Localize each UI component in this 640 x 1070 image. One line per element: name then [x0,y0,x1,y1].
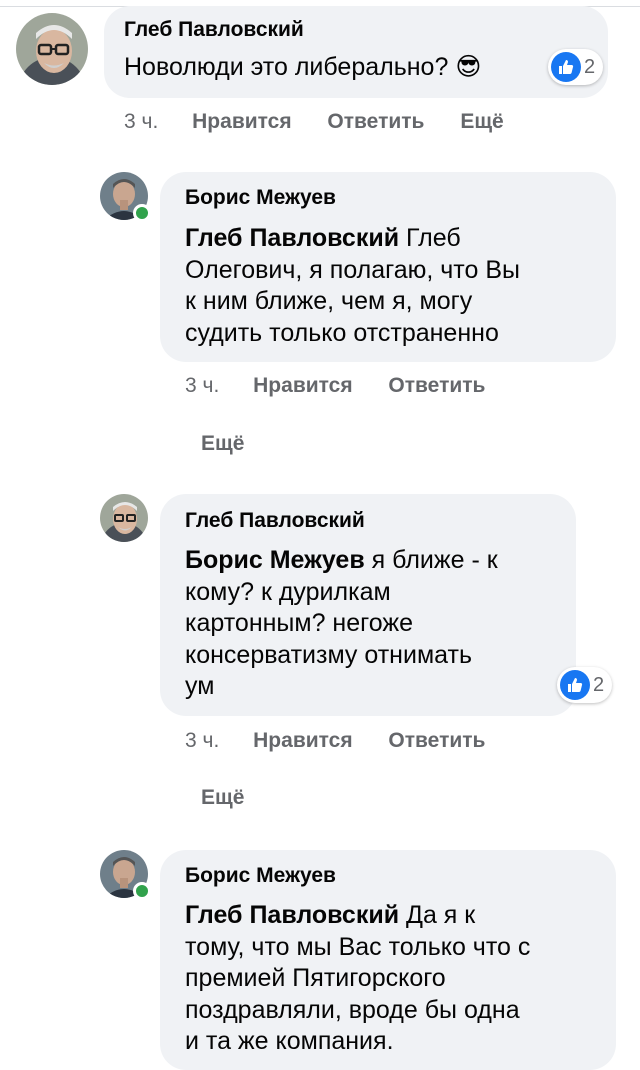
comment-text: Борис Межуев я ближе - к кому? к дурилка… [185,546,498,700]
comment-actions: 3 ч. Нравится Ответить [185,374,485,398]
avatar-boris[interactable] [100,850,151,900]
comment-text: Глеб Павловский Глеб Олегович, я полагаю… [185,224,520,347]
mention-link[interactable]: Глеб Павловский [185,901,399,929]
comment-text-body: Новолюди это либерально? [124,53,449,81]
mention-link[interactable]: Борис Межуев [185,546,365,574]
reply-link[interactable]: Ответить [327,110,424,133]
avatar-gleb[interactable] [16,13,88,85]
comment-actions: 3 ч. Нравится Ответить Ещё [124,110,504,134]
comment-time[interactable]: 3 ч. [185,374,219,397]
like-reaction-icon [551,52,581,82]
comment-text: Глеб Павловский Да я к тому, что мы Вас … [185,901,531,1055]
sunglasses-emoji-icon: 😎 [455,53,482,81]
like-link[interactable]: Нравится [192,110,291,133]
reply-link[interactable]: Ответить [388,374,485,397]
like-reaction-icon [560,670,590,700]
reaction-count: 2 [593,673,605,696]
comment-author[interactable]: Глеб Павловский [124,18,304,42]
comment-time[interactable]: 3 ч. [124,110,158,133]
avatar-gleb[interactable] [100,494,148,542]
comment-actions: 3 ч. Нравится Ответить [185,729,485,753]
mention-link[interactable]: Глеб Павловский [185,224,399,252]
online-status-dot [133,204,151,222]
avatar-boris[interactable] [100,172,151,222]
comment-author[interactable]: Борис Межуев [185,186,336,210]
reaction-summary[interactable]: 2 [548,49,604,85]
more-link[interactable]: Ещё [201,432,244,456]
like-link[interactable]: Нравится [253,374,352,397]
comment-time[interactable]: 3 ч. [185,729,219,752]
reaction-summary[interactable]: 2 [557,667,613,703]
more-link[interactable]: Ещё [460,110,503,133]
online-status-dot [133,882,151,900]
comment-author[interactable]: Глеб Павловский [185,509,365,533]
reaction-count: 2 [584,55,596,78]
reply-link[interactable]: Ответить [388,729,485,752]
like-link[interactable]: Нравится [253,729,352,752]
more-link[interactable]: Ещё [201,786,244,810]
comment-author[interactable]: Борис Межуев [185,864,336,888]
comment-text: Новолюди это либерально? 😎 [124,52,481,84]
